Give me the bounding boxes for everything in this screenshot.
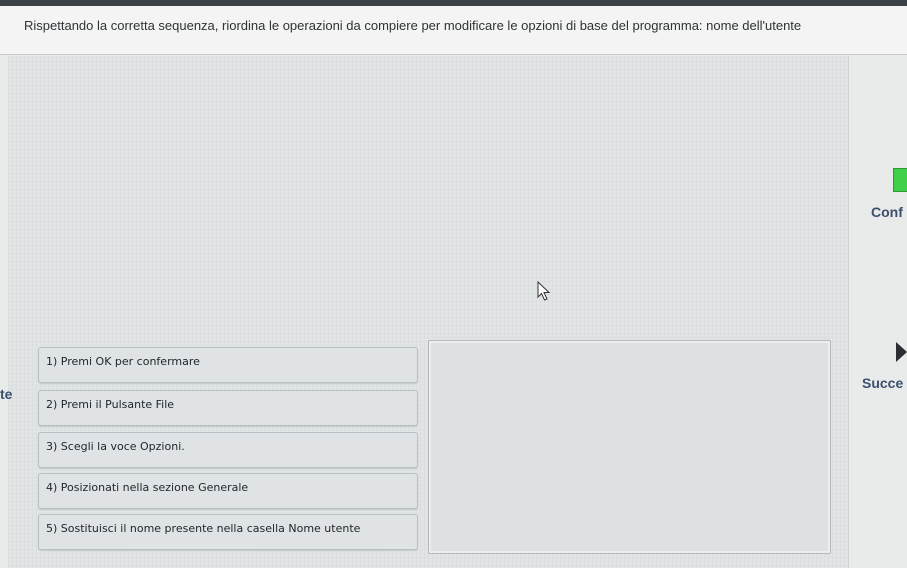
question-header: Rispettando la corretta sequenza, riordi… <box>0 6 907 55</box>
step-label: 2) Premi il Pulsante File <box>46 398 175 411</box>
previous-button-label[interactable]: te <box>0 386 12 402</box>
step-item-5[interactable]: 5) Sostituisci il nome presente nella ca… <box>38 514 418 550</box>
step-item-3[interactable]: 3) Scegli la voce Opzioni. <box>38 432 418 468</box>
step-label: 1) Premi OK per confermare <box>46 355 200 368</box>
answer-drop-area[interactable] <box>428 340 831 554</box>
step-item-1[interactable]: 1) Premi OK per confermare <box>38 347 418 383</box>
step-item-2[interactable]: 2) Premi il Pulsante File <box>38 390 418 426</box>
step-label: 5) Sostituisci il nome presente nella ca… <box>46 522 361 535</box>
step-item-4[interactable]: 4) Posizionati nella sezione Generale <box>38 473 418 509</box>
next-arrow-icon[interactable] <box>896 342 907 362</box>
mouse-pointer-icon <box>537 281 551 301</box>
next-button-label[interactable]: Succe <box>862 375 903 391</box>
confirm-icon[interactable] <box>893 168 907 192</box>
step-label: 3) Scegli la voce Opzioni. <box>46 440 185 453</box>
question-text: Rispettando la corretta sequenza, riordi… <box>24 18 802 33</box>
step-label: 4) Posizionati nella sezione Generale <box>46 481 249 494</box>
confirm-button-label[interactable]: Conf <box>871 204 903 220</box>
